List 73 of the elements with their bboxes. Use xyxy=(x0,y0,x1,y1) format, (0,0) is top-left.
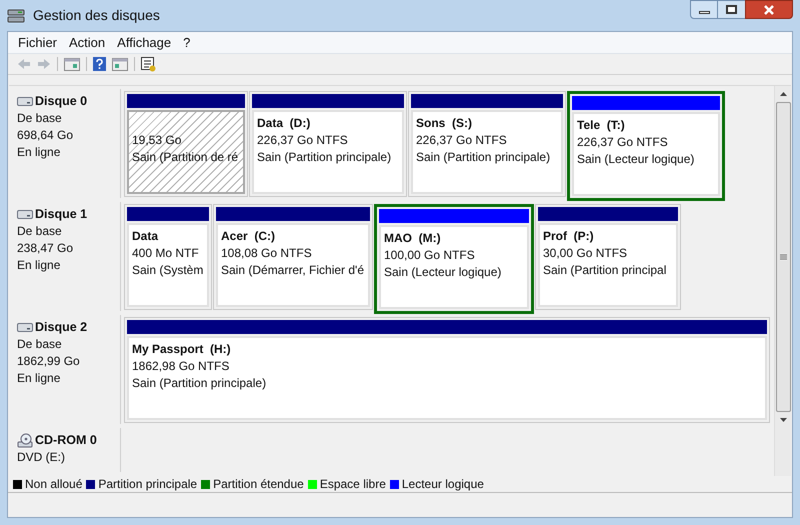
disk-detail: DVD (E:) xyxy=(17,449,66,466)
partition-panel[interactable]: Prof (P:) 30,00 Go NTFS Sain (Partition principal xyxy=(538,223,678,307)
legend-label: Lecteur logique xyxy=(402,476,484,493)
partition-name: Data xyxy=(132,228,158,245)
menu-item[interactable]: Fichier xyxy=(17,32,58,52)
close-button[interactable] xyxy=(745,0,793,19)
partition-size: 226,37 Go NTFS xyxy=(577,134,668,151)
legend-label: Partition principale xyxy=(98,476,198,493)
maximize-button[interactable] xyxy=(718,0,745,19)
help-icon[interactable] xyxy=(93,57,106,71)
disk-detail: En ligne xyxy=(17,144,62,161)
maximize-icon xyxy=(726,5,737,14)
partition-size: 400 Mo NTF xyxy=(132,245,199,262)
disk-detail: En ligne xyxy=(17,257,62,274)
menu-item[interactable]: Action xyxy=(68,32,106,52)
partition-status: Sain (Lecteur logique) xyxy=(577,151,694,168)
partition-panel[interactable]: Sons (S:) 226,37 Go NTFS Sain (Partition principale) xyxy=(411,110,563,194)
partition-name: Sons (S:) xyxy=(416,115,472,132)
partition-size: 19,53 Go xyxy=(132,132,182,149)
partition-name: Tele (T:) xyxy=(577,117,625,134)
scrollbar[interactable] xyxy=(774,86,791,476)
partition-size: 108,08 Go NTFS xyxy=(221,245,312,262)
menu-item[interactable]: Affichage xyxy=(116,32,172,52)
partition-status: Sain (Démarrer, Fichier d'é xyxy=(221,262,364,279)
properties-icon[interactable] xyxy=(141,56,156,72)
disk-detail: 238,47 Go xyxy=(17,240,74,257)
partition-size: 226,37 Go NTFS xyxy=(257,132,348,149)
partition-panel[interactable]: Tele (T:) 226,37 Go NTFS Sain (Lecteur logique) xyxy=(572,112,720,196)
legend-label: Non alloué xyxy=(25,476,82,493)
window-title: Gestion des disques xyxy=(33,6,160,25)
partition-status: Sain (Systèm xyxy=(132,262,204,279)
minimize-button[interactable] xyxy=(690,0,718,19)
disk-name: Disque 2 xyxy=(35,319,88,336)
partition-size: 100,00 Go NTFS xyxy=(384,247,475,264)
disk-name: CD-ROM 0 xyxy=(35,432,97,449)
disk-management-icon xyxy=(7,8,25,24)
partition-status: Sain (Partition principale) xyxy=(257,149,392,166)
partition-panel[interactable]: 19,53 Go Sain (Partition de ré xyxy=(127,110,245,194)
partition-status: Sain (Partition principal xyxy=(543,262,666,279)
partition-size: 226,37 Go NTFS xyxy=(416,132,507,149)
partition-panel[interactable]: Acer (C:) 108,08 Go NTFS Sain (Démarrer, Fichier d'é xyxy=(216,223,370,307)
partition-name: Acer (C:) xyxy=(221,228,276,245)
disk-detail: De base xyxy=(17,336,63,353)
partition-name: My Passport (H:) xyxy=(132,341,231,358)
scroll-thumb[interactable] xyxy=(776,102,790,412)
partition-status: Sain (Lecteur logique) xyxy=(384,264,502,281)
menu-item[interactable]: ? xyxy=(182,32,192,52)
disk-detail: En ligne xyxy=(17,370,62,387)
partition-status: Sain (Partition principale) xyxy=(416,149,550,166)
partition-panel[interactable]: MAO (M:) 100,00 Go NTFS Sain (Lecteur logique) xyxy=(379,225,529,309)
pane-icon[interactable] xyxy=(112,58,128,70)
disk-detail: De base xyxy=(17,110,63,127)
partition-panel[interactable]: Data (D:) 226,37 Go NTFS Sain (Partition principale) xyxy=(252,110,404,194)
partition-name: Prof (P:) xyxy=(543,228,594,245)
cd-drive-icon xyxy=(17,432,33,448)
legend-label: Partition étendue xyxy=(213,476,304,493)
disk-detail: De base xyxy=(17,223,63,240)
partition-panel[interactable]: My Passport (H:) 1862,98 Go NTFS Sain (Partition principale) xyxy=(127,336,767,420)
partition-size: 1862,98 Go NTFS xyxy=(132,358,230,375)
close-icon xyxy=(763,4,775,14)
partition-name: MAO (M:) xyxy=(384,230,441,247)
partition-status: Sain (Partition de ré xyxy=(132,149,238,166)
minimize-icon xyxy=(698,11,710,14)
disk-name: Disque 1 xyxy=(35,206,88,223)
partition-status: Sain (Partition principale) xyxy=(132,375,266,392)
legend-label: Espace libre xyxy=(320,476,386,493)
partition-panel[interactable]: Data 400 Mo NTF Sain (Systèm xyxy=(127,223,209,307)
disk-detail: 1862,99 Go xyxy=(17,353,81,370)
disk-detail: 698,64 Go xyxy=(17,127,74,144)
disk-name: Disque 0 xyxy=(35,93,88,110)
partition-size: 30,00 Go NTFS xyxy=(543,245,628,262)
partition-name: Data (D:) xyxy=(257,115,310,132)
pane-icon[interactable] xyxy=(64,58,80,70)
